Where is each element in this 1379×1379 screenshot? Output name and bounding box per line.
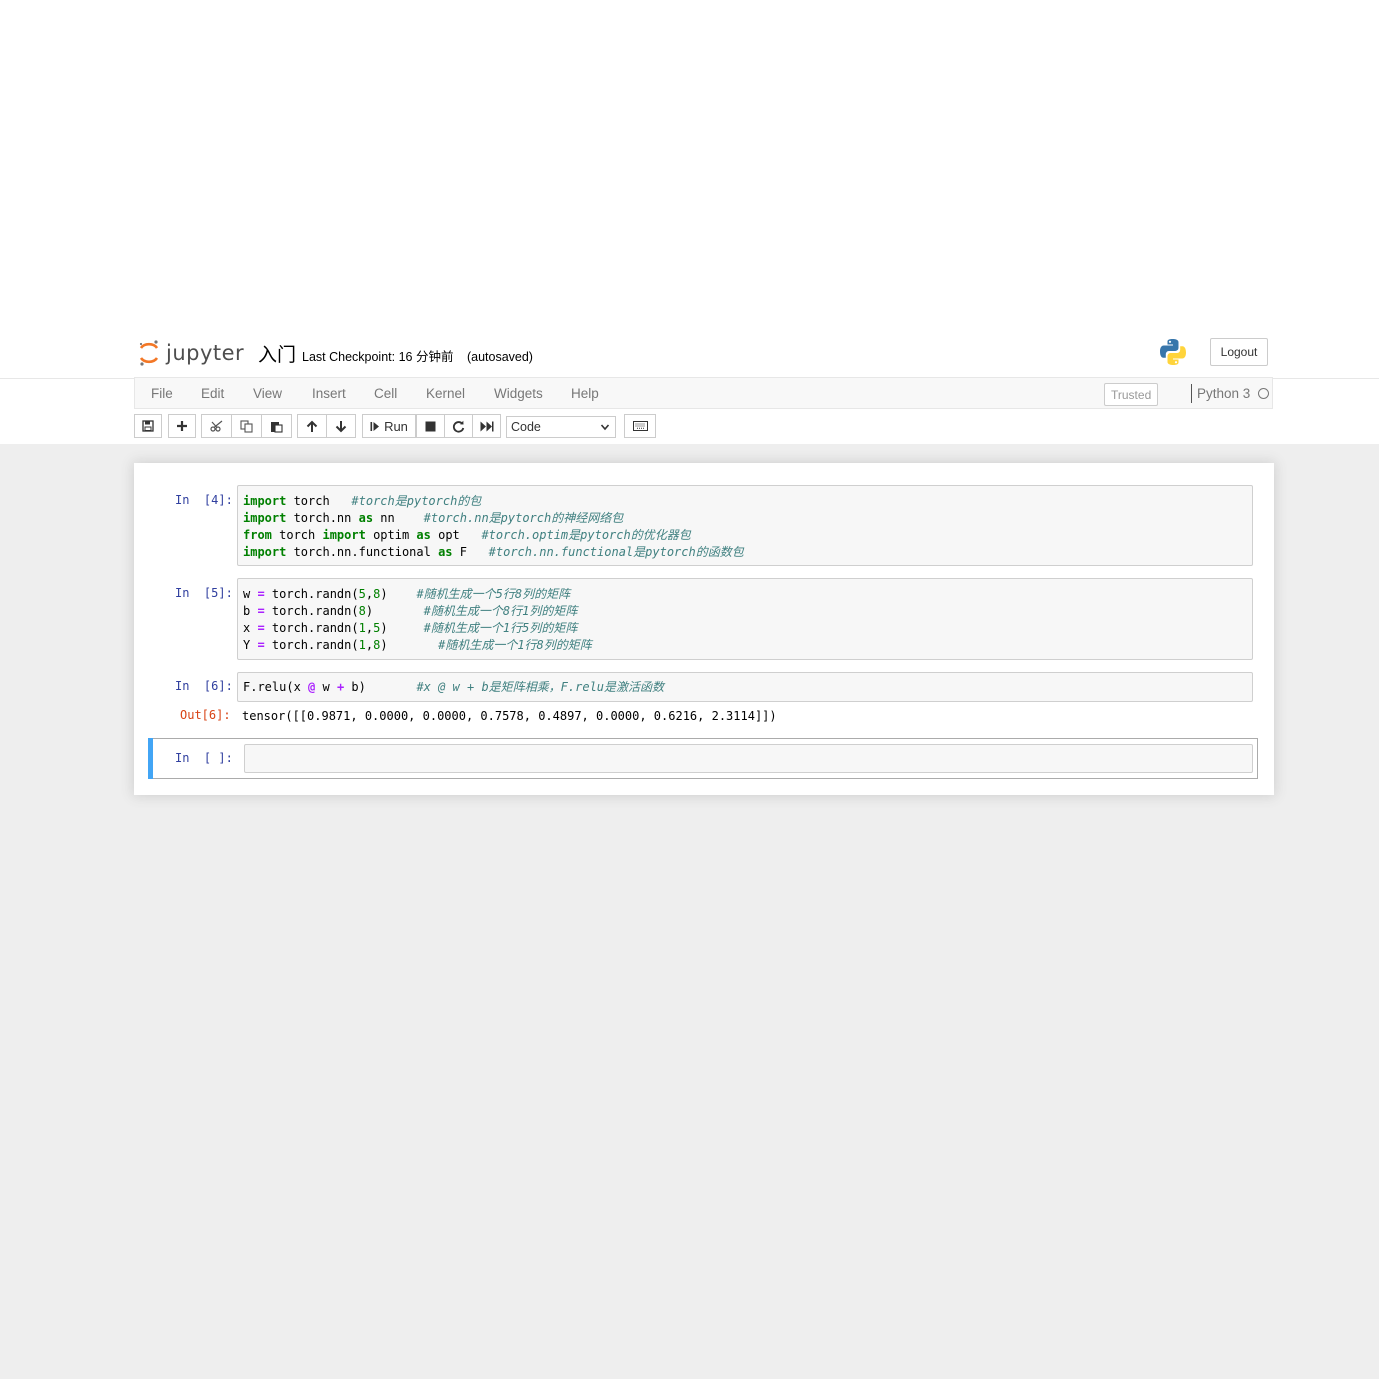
menu-insert[interactable]: Insert: [312, 386, 346, 401]
plus-icon: [177, 421, 187, 431]
python-logo-icon: [1160, 339, 1186, 365]
output-prompt: Out[6]:: [180, 708, 231, 722]
menu-bar: File Edit View Insert Cell Kernel Widget…: [134, 377, 1273, 409]
kernel-divider: [1191, 384, 1192, 403]
input-prompt: In [ ]:: [175, 751, 233, 765]
stop-icon: [425, 421, 436, 431]
fast-forward-icon: [480, 421, 493, 431]
code-line: w = torch.randn(5,8) #随机生成一个5行8列的矩阵: [243, 587, 571, 601]
chevron-down-icon: [600, 424, 610, 431]
code-line: b = torch.randn(8) #随机生成一个8行1列的矩阵: [243, 604, 578, 618]
command-palette-button[interactable]: [624, 414, 656, 438]
input-prompt: In [5]:: [175, 586, 233, 600]
move-up-button[interactable]: [297, 414, 327, 438]
keyboard-icon: [632, 421, 648, 431]
cut-icon: [209, 420, 222, 432]
paste-icon: [271, 421, 283, 433]
jupyter-logo-text: jupyter: [166, 341, 245, 365]
selected-cell-indicator: [148, 738, 153, 779]
paste-button[interactable]: [261, 414, 292, 438]
menu-edit[interactable]: Edit: [201, 386, 224, 401]
run-button[interactable]: Run: [362, 414, 416, 438]
checkpoint-status: Last Checkpoint: 16 分钟前 (autosaved): [302, 346, 543, 365]
checkpoint-label: Last Checkpoint: 16 分钟前: [302, 350, 454, 364]
code-line: Y = torch.randn(1,8) #随机生成一个1行8列的矩阵: [243, 638, 592, 652]
insert-cell-button[interactable]: [168, 414, 196, 438]
code-cell-input[interactable]: import torch #torch是pytorch的包 import tor…: [237, 485, 1253, 566]
code-cell-input[interactable]: w = torch.randn(5,8) #随机生成一个5行8列的矩阵 b = …: [237, 578, 1253, 660]
code-line: import torch.nn as nn #torch.nn是pytorch的…: [243, 511, 624, 525]
input-prompt: In [6]:: [175, 679, 233, 693]
move-down-button[interactable]: [326, 414, 356, 438]
input-prompt: In [4]:: [175, 493, 233, 507]
menu-file[interactable]: File: [151, 386, 173, 401]
notebook-name[interactable]: 入门: [258, 340, 296, 367]
kernel-idle-indicator: [1258, 388, 1269, 399]
code-cell-input[interactable]: F.relu(x @ w + b) #x @ w + b是矩阵相乘，F.relu…: [237, 672, 1253, 702]
trusted-indicator[interactable]: Trusted: [1104, 383, 1159, 406]
menu-widgets[interactable]: Widgets: [494, 386, 543, 401]
arrow-up-icon: [306, 420, 318, 432]
code-line: import torch #torch是pytorch的包: [243, 494, 482, 508]
menu-cell[interactable]: Cell: [374, 386, 397, 401]
code-line: import torch.nn.functional as F #torch.n…: [243, 545, 744, 559]
menu-help[interactable]: Help: [571, 386, 599, 401]
kernel-name[interactable]: Python 3: [1197, 386, 1250, 401]
cut-button[interactable]: [201, 414, 232, 438]
save-button[interactable]: [134, 414, 162, 438]
autosave-label: (autosaved): [466, 350, 533, 364]
cell-output: tensor([[0.9871, 0.0000, 0.0000, 0.7578,…: [242, 709, 777, 723]
save-icon: [142, 420, 154, 432]
jupyter-logo[interactable]: jupyter: [138, 339, 244, 367]
interrupt-button[interactable]: [416, 414, 445, 438]
menu-kernel[interactable]: Kernel: [426, 386, 465, 401]
restart-icon: [452, 420, 465, 433]
restart-run-all-button[interactable]: [472, 414, 501, 438]
jupyter-logo-icon: [139, 340, 159, 366]
arrow-down-icon: [335, 420, 347, 432]
run-icon: [370, 421, 380, 431]
copy-icon: [240, 419, 253, 433]
restart-button[interactable]: [444, 414, 473, 438]
menu-view[interactable]: View: [253, 386, 282, 401]
code-line: F.relu(x @ w + b) #x @ w + b是矩阵相乘，F.relu…: [243, 680, 665, 694]
logout-button[interactable]: Logout: [1210, 338, 1268, 366]
code-line: x = torch.randn(1,5) #随机生成一个1行5列的矩阵: [243, 621, 578, 635]
run-button-label: Run: [384, 418, 408, 434]
cell-type-value: Code: [511, 420, 541, 434]
cell-type-select[interactable]: Code: [506, 416, 616, 438]
empty-code-cell-input[interactable]: [244, 744, 1253, 773]
code-line: from torch import optim as opt #torch.op…: [243, 528, 691, 542]
copy-button[interactable]: [231, 414, 262, 438]
